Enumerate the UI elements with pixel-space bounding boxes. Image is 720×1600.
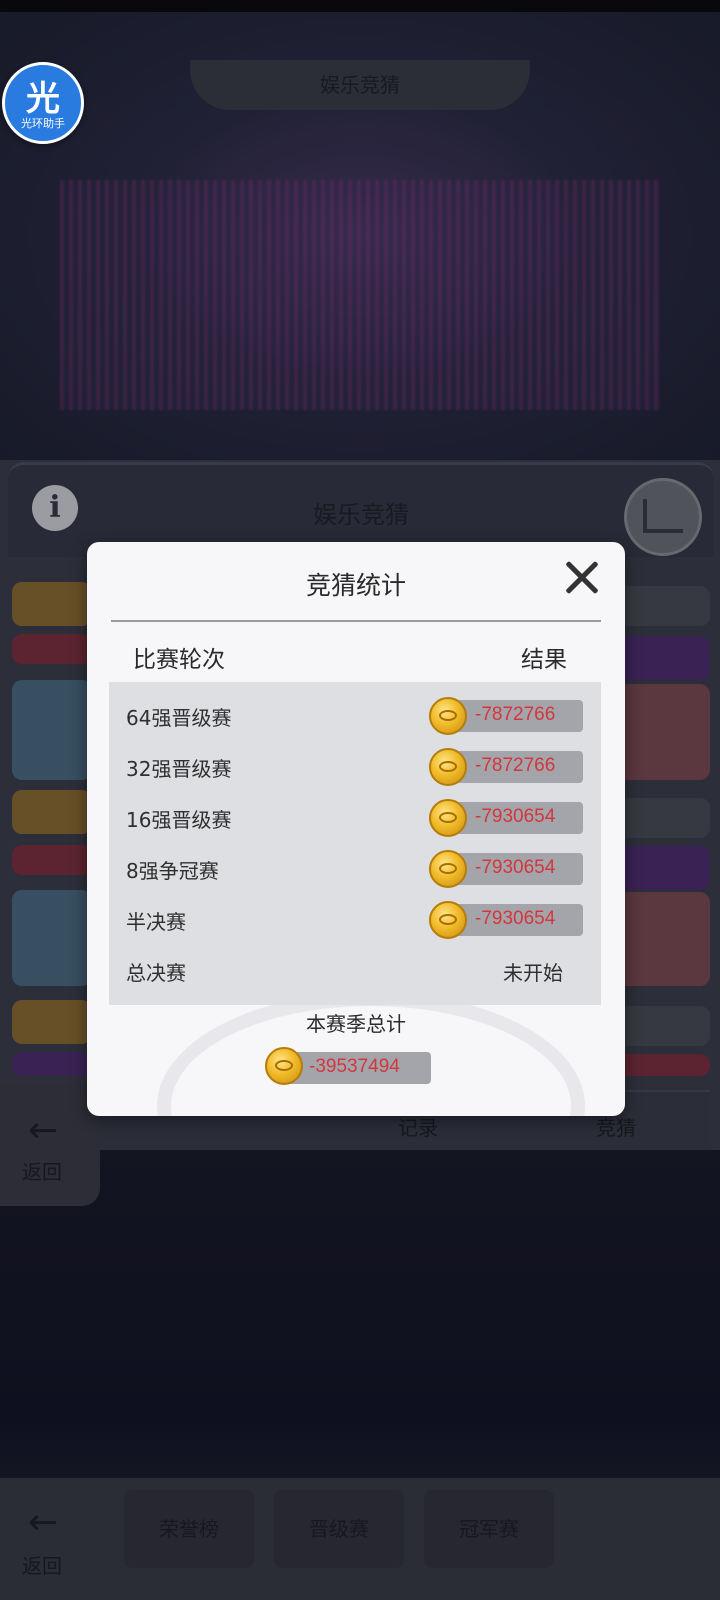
table-row: 8强争冠赛 -7930654 <box>109 843 601 895</box>
table-row: 16强晋级赛 -7930654 <box>109 792 601 844</box>
result-value-box: -7872766 <box>455 700 583 732</box>
guess-stats-dialog: 竞猜统计 比赛轮次 结果 64强晋级赛 -7872766 32强晋级赛 -787… <box>87 542 625 1116</box>
helper-label: 光环助手 <box>21 117 65 130</box>
season-total-label: 本赛季总计 <box>306 1012 406 1036</box>
gold-coin-icon <box>429 799 467 837</box>
helper-logo-glyph: 光 <box>26 79 60 119</box>
round-name: 32强晋级赛 <box>126 757 232 781</box>
gold-coin-icon <box>429 748 467 786</box>
column-header-round: 比赛轮次 <box>133 647 225 673</box>
round-name: 64强晋级赛 <box>126 706 232 730</box>
result-value-box: -7930654 <box>455 802 583 834</box>
gold-coin-icon <box>429 850 467 888</box>
stats-table: 64强晋级赛 -7872766 32强晋级赛 -7872766 16强晋级赛 -… <box>109 682 601 1005</box>
result-status: 未开始 <box>503 961 563 985</box>
close-icon[interactable] <box>557 552 607 602</box>
result-value: -7872766 <box>475 755 556 776</box>
table-row: 64强晋级赛 -7872766 <box>109 690 601 742</box>
title-divider <box>111 620 601 622</box>
table-row: 半决赛 -7930654 <box>109 894 601 946</box>
dialog-title: 竞猜统计 <box>305 571 406 600</box>
column-header-result: 结果 <box>521 647 567 673</box>
table-row: 32强晋级赛 -7872766 <box>109 741 601 793</box>
round-name: 8强争冠赛 <box>126 859 219 883</box>
round-name: 总决赛 <box>126 961 186 985</box>
round-name: 半决赛 <box>126 910 186 934</box>
result-value: -7930654 <box>475 908 556 929</box>
result-value-box: -7930654 <box>455 853 583 885</box>
result-value-box: -7930654 <box>455 904 583 936</box>
season-total-value: -39537494 <box>309 1056 400 1077</box>
result-value: -7872766 <box>475 704 556 725</box>
gold-coin-icon <box>429 901 467 939</box>
result-value: -7930654 <box>475 857 556 878</box>
table-row: 总决赛 未开始 <box>109 945 601 997</box>
helper-float-button[interactable]: 光 光环助手 <box>2 62 84 144</box>
round-name: 16强晋级赛 <box>126 808 232 832</box>
gold-coin-icon <box>429 697 467 735</box>
result-value: -7930654 <box>475 806 556 827</box>
season-total-box: -39537494 <box>285 1052 431 1084</box>
gold-coin-icon <box>265 1047 303 1085</box>
result-value-box: -7872766 <box>455 751 583 783</box>
